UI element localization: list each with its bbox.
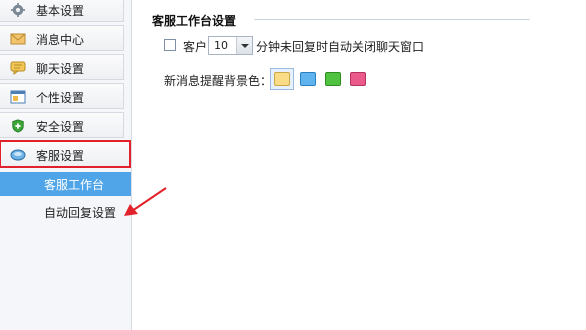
sidebar-subitem-label: 客服工作台 bbox=[44, 178, 105, 192]
section-divider bbox=[254, 19, 530, 20]
chat-bubble-icon bbox=[10, 61, 26, 75]
bg-color-label: 新消息提醒背景色： bbox=[164, 74, 273, 88]
sidebar-item-message-center[interactable]: 消息中心 bbox=[0, 25, 124, 51]
sidebar-item-personal-settings[interactable]: 个性设置 bbox=[0, 83, 124, 109]
sidebar: 基本设置 消息中心 聊天设置 个性设置 安全设置 客服设置 客服工作台 自动回复… bbox=[0, 0, 132, 330]
color-swatch-blue[interactable] bbox=[300, 72, 316, 86]
sidebar-item-label: 安全设置 bbox=[36, 120, 85, 134]
sidebar-item-security-settings[interactable]: 安全设置 bbox=[0, 112, 124, 138]
sidebar-item-chat-settings[interactable]: 聊天设置 bbox=[0, 54, 124, 80]
sidebar-subitem-label: 自动回复设置 bbox=[44, 206, 117, 220]
auto-close-prefix: 客户 bbox=[183, 40, 208, 54]
sidebar-item-label: 基本设置 bbox=[36, 4, 85, 18]
sidebar-subitem-auto-reply-settings[interactable]: 自动回复设置 bbox=[0, 200, 131, 224]
annotation-arrow-icon bbox=[124, 187, 167, 216]
color-swatch-green[interactable] bbox=[325, 72, 341, 86]
customer-service-icon bbox=[10, 149, 26, 161]
minutes-select[interactable]: 10 bbox=[208, 36, 253, 55]
sidebar-subitem-service-workbench[interactable]: 客服工作台 bbox=[0, 172, 131, 196]
sidebar-item-label: 聊天设置 bbox=[36, 62, 85, 76]
shield-icon bbox=[12, 119, 24, 133]
sidebar-item-customer-service-settings[interactable]: 客服设置 bbox=[0, 140, 131, 168]
envelope-icon bbox=[10, 33, 26, 45]
sidebar-item-label: 消息中心 bbox=[36, 33, 85, 47]
minutes-select-value: 10 bbox=[214, 39, 228, 52]
chevron-down-icon[interactable] bbox=[236, 37, 252, 54]
sidebar-item-label: 个性设置 bbox=[36, 91, 85, 105]
window-icon bbox=[10, 90, 26, 104]
section-title: 客服工作台设置 bbox=[152, 14, 237, 28]
auto-close-suffix: 分钟未回复时自动关闭聊天窗口 bbox=[256, 40, 425, 54]
auto-close-checkbox[interactable] bbox=[164, 39, 176, 51]
sidebar-item-basic-settings[interactable]: 基本设置 bbox=[0, 0, 124, 22]
color-swatch-pink[interactable] bbox=[350, 72, 366, 86]
gear-icon bbox=[11, 3, 25, 17]
sidebar-item-label: 客服设置 bbox=[36, 149, 85, 163]
color-swatch-yellow[interactable] bbox=[274, 72, 290, 86]
